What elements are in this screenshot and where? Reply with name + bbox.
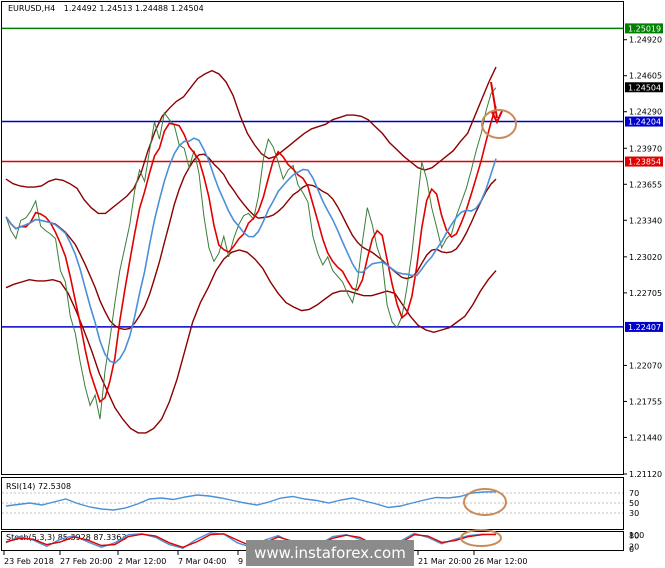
price-tick-label: 1.22070: [629, 361, 662, 370]
rsi-axis: 705030: [629, 489, 639, 518]
time-tick-label: 27 Feb 20:00: [60, 557, 112, 566]
time-tick-label: 21 Mar 20:00: [418, 557, 471, 566]
price-tick-label: 1.22705: [629, 289, 662, 298]
price-tick-label: 1.21120: [629, 470, 662, 479]
rsi-tick-label: 70: [629, 489, 639, 498]
price-tick-label: 1.24605: [629, 72, 662, 81]
time-tick-label: 9: [238, 557, 243, 566]
chart-canvas: EURUSD,H4 1.24492 1.24513 1.24488 1.2450…: [0, 0, 665, 568]
time-tick-label: 26 Mar 12:00: [474, 557, 527, 566]
support-label: 1.22407: [628, 323, 661, 332]
price-tick-label: 1.21755: [629, 397, 662, 406]
time-tick-label: 2 Mar 12:00: [118, 557, 166, 566]
rsi-tick-label: 30: [629, 509, 639, 518]
symbol-label: EURUSD,H4: [8, 4, 55, 13]
time-tick-label: 23 Feb 2018: [4, 557, 54, 566]
pivot-label: 1.23854: [628, 158, 661, 167]
price-tick-label: 1.24920: [629, 36, 662, 45]
resistance-label: 1.24204: [628, 118, 661, 127]
top-level-label: 1.25019: [628, 24, 661, 33]
price-tick-label: 1.23340: [629, 216, 662, 225]
current-price-label: 1.24504: [628, 83, 661, 92]
price-pane: [1, 1, 624, 475]
watermark: www.instaforex.com: [246, 540, 414, 566]
ohlc-label: 1.24492 1.24513 1.24488 1.24504: [64, 4, 204, 13]
price-tick-label: 1.23970: [629, 144, 662, 153]
rsi-label: RSI(14) 72.5308: [6, 482, 71, 491]
price-tick-label: 1.23020: [629, 253, 662, 262]
price-tick-label: 1.23655: [629, 180, 662, 189]
rsi-tick-label: 50: [629, 499, 639, 508]
stoch-tick-label: 80: [629, 532, 639, 541]
stoch-tick-label: 0: [629, 545, 634, 554]
price-tick-label: 1.24290: [629, 108, 662, 117]
symbol-header: EURUSD,H4 1.24492 1.24513 1.24488 1.2450…: [8, 4, 204, 13]
time-tick-label: 7 Mar 04:00: [178, 557, 226, 566]
price-tick-label: 1.21440: [629, 433, 662, 442]
